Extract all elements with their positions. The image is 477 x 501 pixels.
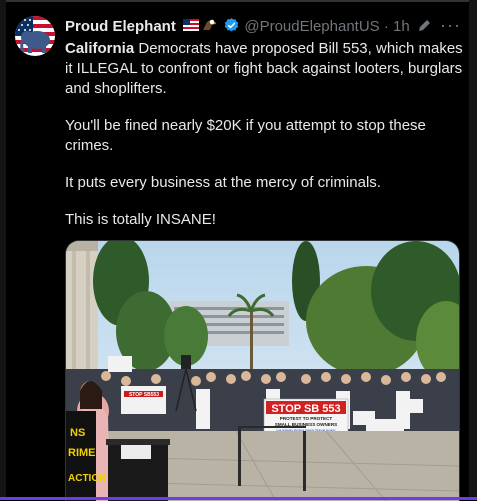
svg-text:NS: NS <box>70 427 85 439</box>
small-sign-text: STOP SB553 <box>129 392 159 398</box>
separator-dot: · <box>383 18 389 35</box>
handle[interactable]: @ProudElephantUS <box>244 18 379 35</box>
verified-badge-icon <box>223 17 240 38</box>
tweet-header: Proud Elephant @ProudElephantUS · 1h <box>65 17 463 37</box>
timestamp[interactable]: 1h <box>393 18 410 35</box>
more-options-button[interactable]: ··· <box>440 15 461 36</box>
paragraph-2: You'll be fined nearly $20K if you attem… <box>65 117 426 154</box>
paragraph-3: It puts every business at the mercy of c… <box>65 174 381 191</box>
tweet-photo[interactable]: STOP SB553 STOP SB 553 PROTEST TO PROTEC… <box>65 240 460 501</box>
svg-text:ACTION: ACTION <box>68 473 106 484</box>
tweet-text: California Democrats have proposed Bill … <box>65 39 465 247</box>
svg-text:RIME: RIME <box>68 447 96 459</box>
window-top-border <box>0 0 477 2</box>
window-left-border <box>0 0 6 500</box>
paragraph-1: California Democrats have proposed Bill … <box>65 39 465 99</box>
us-flag-eagle-emoji <box>183 18 217 37</box>
avatar[interactable] <box>15 16 55 56</box>
hashtag-california[interactable]: California <box>65 40 134 57</box>
display-name[interactable]: Proud Elephant <box>65 18 176 35</box>
paragraph-4: This is totally INSANE! <box>65 211 216 228</box>
window-right-border <box>469 0 477 500</box>
sign-main-text: STOP SB 553 <box>271 403 340 415</box>
edited-pencil-icon[interactable] <box>417 19 431 37</box>
sign-sub1-text: PROTEST TO PROTECT <box>280 416 333 421</box>
